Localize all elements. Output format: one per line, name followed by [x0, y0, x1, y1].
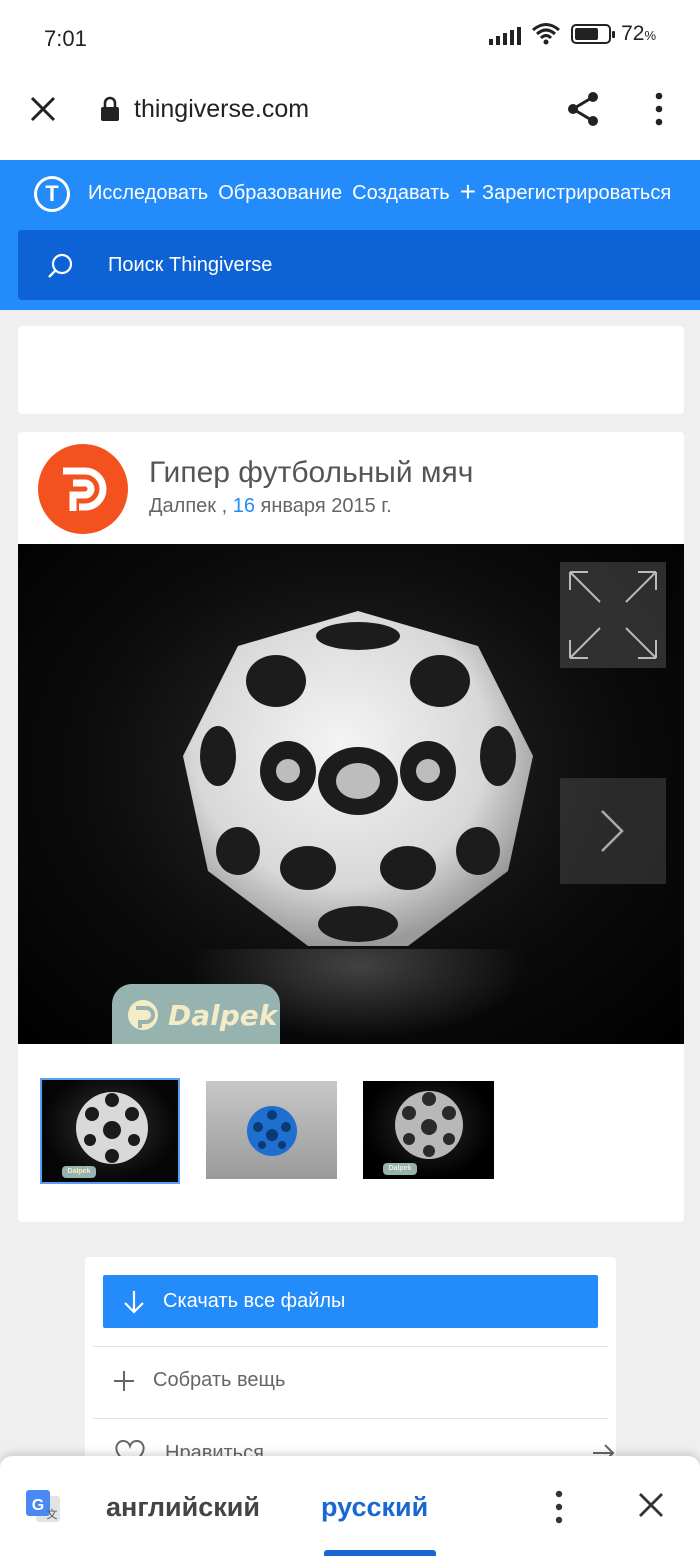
wifi-icon [532, 23, 561, 45]
site-nav-links: Исследовать Образование Создавать + Заре… [88, 178, 671, 206]
google-translate-icon: G 文 [26, 1490, 60, 1522]
site-header: T Исследовать Образование Создавать + За… [0, 160, 700, 310]
thingiverse-logo[interactable]: T [34, 176, 70, 212]
signal-icon [489, 23, 522, 45]
search-bar[interactable]: Поиск Thingiverse [18, 230, 700, 300]
fullscreen-button[interactable] [560, 562, 666, 668]
next-image-button[interactable] [560, 778, 666, 884]
date-day-link[interactable]: 16 [233, 495, 255, 517]
collect-label: Собрать вещь [153, 1369, 286, 1391]
nav-explore[interactable]: Исследовать [88, 182, 208, 205]
dalpek-watermark: Dalpek [112, 984, 280, 1044]
share-icon[interactable] [565, 90, 601, 128]
thing-title: Гипер футбольный мяч [149, 456, 474, 489]
thing-actions: Скачать все файлы Собрать вещь Нравиться [85, 1257, 616, 1467]
watermark-text: Dalpek [168, 998, 278, 1032]
active-tab-indicator [324, 1550, 436, 1556]
download-icon [124, 1290, 144, 1314]
nav-register[interactable]: Зарегистрироваться [482, 182, 671, 205]
battery-percent: 72% [621, 22, 656, 45]
lock-icon [101, 96, 119, 121]
browser-toolbar: thingiverse.com [0, 78, 700, 160]
nav-create[interactable]: Создавать [352, 182, 450, 205]
status-time: 7:01 [44, 26, 87, 51]
thumbnail-1[interactable]: Dalpek [40, 1078, 180, 1184]
url-text[interactable]: thingiverse.com [134, 95, 309, 124]
download-all-button[interactable]: Скачать все файлы [103, 1275, 598, 1328]
thumbnail-watermark: Dalpek [62, 1166, 96, 1178]
expand-icon [569, 571, 657, 659]
translate-bar: G 文 английский русский [0, 1456, 700, 1556]
divider [93, 1418, 608, 1419]
thing-card: Гипер футбольный мяч Далпек , 16 января … [18, 432, 684, 1222]
svg-text:G: G [32, 1497, 44, 1514]
plus-icon [114, 1370, 134, 1391]
search-placeholder: Поиск Thingiverse [108, 254, 273, 276]
close-translate-icon[interactable] [638, 1492, 664, 1518]
thumbnail-strip: Dalpek Dalpek [40, 1078, 494, 1184]
status-bar: 7:01 72% [0, 0, 700, 78]
browser-menu-icon[interactable] [651, 92, 667, 126]
collect-button[interactable]: Собрать вещь [113, 1369, 285, 1392]
thing-meta: Далпек , 16 января 2015 г. [149, 495, 392, 517]
chevron-right-icon [601, 810, 624, 852]
product-image [183, 611, 533, 946]
battery-icon [571, 24, 616, 44]
nav-education[interactable]: Образование [218, 182, 342, 205]
author-avatar[interactable] [38, 444, 128, 534]
svg-text:文: 文 [47, 1507, 58, 1521]
search-icon [48, 253, 73, 278]
target-language-tab[interactable]: русский [321, 1492, 428, 1523]
thumbnail-watermark: Dalpek [383, 1163, 417, 1175]
close-tab-icon[interactable] [28, 94, 58, 124]
thumbnail-3[interactable]: Dalpek [363, 1081, 494, 1179]
status-indicators: 72% [489, 22, 656, 46]
source-language-tab[interactable]: английский [106, 1492, 260, 1523]
ad-placeholder [18, 326, 684, 414]
dalpek-logo-icon [128, 1000, 158, 1030]
translate-menu-icon[interactable] [552, 1490, 566, 1524]
author-logo-icon [63, 467, 107, 511]
image-viewer[interactable]: Dalpek [18, 544, 684, 1044]
thumbnail-2[interactable] [206, 1081, 337, 1179]
author-name[interactable]: Далпек [149, 495, 216, 517]
download-label: Скачать все файлы [163, 1290, 346, 1312]
thumbnail-ball-blue [247, 1106, 297, 1156]
divider [93, 1346, 608, 1347]
plus-icon[interactable]: + [460, 178, 476, 206]
